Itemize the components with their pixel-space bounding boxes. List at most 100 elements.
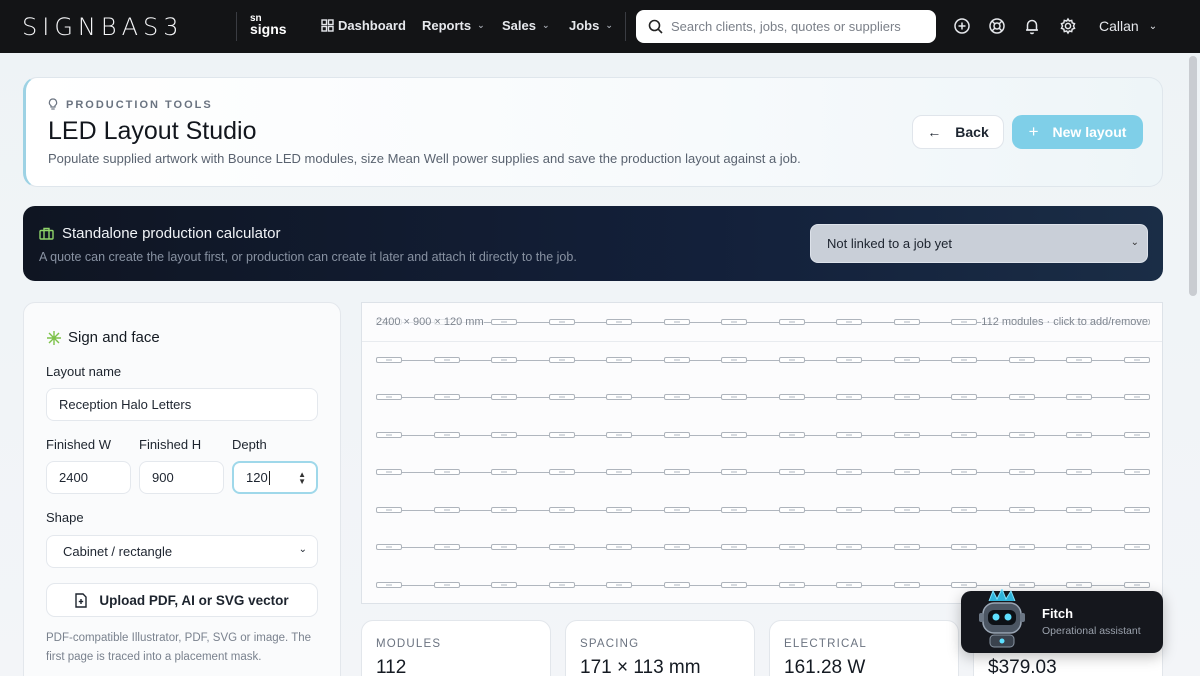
- led-module[interactable]: [548, 581, 575, 588]
- led-module[interactable]: [893, 319, 920, 325]
- led-module[interactable]: [1123, 431, 1150, 438]
- led-module[interactable]: [663, 544, 690, 550]
- nav-sales[interactable]: Sales ⌄: [502, 18, 550, 33]
- led-module[interactable]: [1066, 469, 1092, 475]
- search-input[interactable]: [671, 19, 901, 34]
- led-module[interactable]: [1008, 544, 1035, 550]
- led-module[interactable]: [951, 506, 977, 513]
- led-module[interactable]: [663, 319, 690, 325]
- led-module[interactable]: [376, 469, 402, 475]
- width-field[interactable]: 2400: [46, 461, 131, 494]
- led-module[interactable]: [721, 319, 747, 325]
- led-module[interactable]: [491, 319, 517, 325]
- back-button[interactable]: ← Back: [912, 115, 1004, 149]
- depth-field[interactable]: 120 ▲ ▼: [232, 461, 318, 494]
- led-module[interactable]: [1123, 356, 1150, 363]
- led-module[interactable]: [778, 544, 805, 550]
- led-module[interactable]: [836, 581, 862, 588]
- shape-select[interactable]: Cabinet / rectangle ⌄: [46, 535, 318, 568]
- plus-circle-icon[interactable]: [953, 17, 971, 35]
- led-module[interactable]: [376, 506, 402, 513]
- layout-name-field[interactable]: Reception Halo Letters: [46, 388, 318, 421]
- led-module[interactable]: [836, 356, 862, 363]
- led-module[interactable]: [433, 581, 460, 588]
- led-module[interactable]: [663, 469, 690, 475]
- led-module[interactable]: [548, 394, 575, 400]
- led-module[interactable]: [606, 581, 632, 588]
- led-module[interactable]: [1066, 356, 1092, 363]
- led-module[interactable]: [893, 506, 920, 513]
- led-module[interactable]: [778, 581, 805, 588]
- led-module[interactable]: [951, 581, 977, 588]
- led-module[interactable]: [893, 544, 920, 550]
- led-module[interactable]: [778, 356, 805, 363]
- nav-jobs[interactable]: Jobs ⌄: [569, 18, 613, 33]
- led-module[interactable]: [548, 431, 575, 438]
- height-field[interactable]: 900: [139, 461, 224, 494]
- led-module[interactable]: [1066, 394, 1092, 400]
- led-module[interactable]: [1123, 506, 1150, 513]
- led-module[interactable]: [663, 356, 690, 363]
- led-module[interactable]: [663, 581, 690, 588]
- brand-logo[interactable]: SIGNBAS3: [22, 13, 184, 41]
- led-module[interactable]: [1123, 394, 1150, 400]
- led-module[interactable]: [836, 469, 862, 475]
- user-menu[interactable]: Callan ⌄: [1099, 18, 1157, 34]
- gear-icon[interactable]: [1059, 17, 1077, 35]
- led-module[interactable]: [663, 394, 690, 400]
- led-module[interactable]: [491, 431, 517, 438]
- global-search[interactable]: [636, 10, 936, 43]
- led-module[interactable]: [721, 544, 747, 550]
- led-module[interactable]: [721, 394, 747, 400]
- led-module[interactable]: [433, 394, 460, 400]
- led-module[interactable]: [548, 544, 575, 550]
- led-module[interactable]: [433, 544, 460, 550]
- led-module[interactable]: [376, 544, 402, 550]
- led-module[interactable]: [778, 469, 805, 475]
- led-module[interactable]: [606, 319, 632, 325]
- led-module[interactable]: [1008, 356, 1035, 363]
- led-module[interactable]: [433, 469, 460, 475]
- led-module[interactable]: [1123, 469, 1150, 475]
- led-module[interactable]: [951, 431, 977, 438]
- led-module[interactable]: [721, 506, 747, 513]
- stepper-icon[interactable]: ▲ ▼: [298, 471, 306, 486]
- led-module[interactable]: [1008, 506, 1035, 513]
- led-module[interactable]: [778, 431, 805, 438]
- led-module[interactable]: [491, 469, 517, 475]
- led-module[interactable]: [491, 394, 517, 400]
- led-module[interactable]: [951, 319, 977, 325]
- led-module[interactable]: [1008, 469, 1035, 475]
- led-layout-canvas[interactable]: 2400 × 900 × 120 mm 112 modules · click t…: [361, 302, 1163, 604]
- led-module[interactable]: [1008, 431, 1035, 438]
- page-scrollbar[interactable]: [1189, 56, 1197, 296]
- led-module[interactable]: [376, 356, 402, 363]
- led-module[interactable]: [548, 319, 575, 325]
- led-module[interactable]: [606, 431, 632, 438]
- led-module[interactable]: [893, 581, 920, 588]
- led-module[interactable]: [836, 544, 862, 550]
- upload-vector-button[interactable]: Upload PDF, AI or SVG vector: [46, 583, 318, 617]
- led-module[interactable]: [1066, 581, 1092, 588]
- led-module[interactable]: [893, 356, 920, 363]
- led-module[interactable]: [951, 544, 977, 550]
- led-module[interactable]: [433, 356, 460, 363]
- led-module[interactable]: [491, 544, 517, 550]
- led-module[interactable]: [1066, 431, 1092, 438]
- led-module[interactable]: [1123, 544, 1150, 550]
- led-module[interactable]: [836, 431, 862, 438]
- job-select[interactable]: Not linked to a job yet ⌄: [810, 224, 1148, 263]
- led-module[interactable]: [433, 431, 460, 438]
- led-module[interactable]: [606, 544, 632, 550]
- support-icon[interactable]: [988, 17, 1006, 35]
- led-module[interactable]: [721, 431, 747, 438]
- led-module[interactable]: [951, 394, 977, 400]
- led-module[interactable]: [721, 581, 747, 588]
- new-layout-button[interactable]: + New layout: [1012, 115, 1143, 149]
- led-module[interactable]: [548, 469, 575, 475]
- led-module[interactable]: [1008, 581, 1035, 588]
- led-module[interactable]: [1066, 544, 1092, 550]
- led-module[interactable]: [433, 506, 460, 513]
- led-module[interactable]: [491, 356, 517, 363]
- led-module[interactable]: [491, 506, 517, 513]
